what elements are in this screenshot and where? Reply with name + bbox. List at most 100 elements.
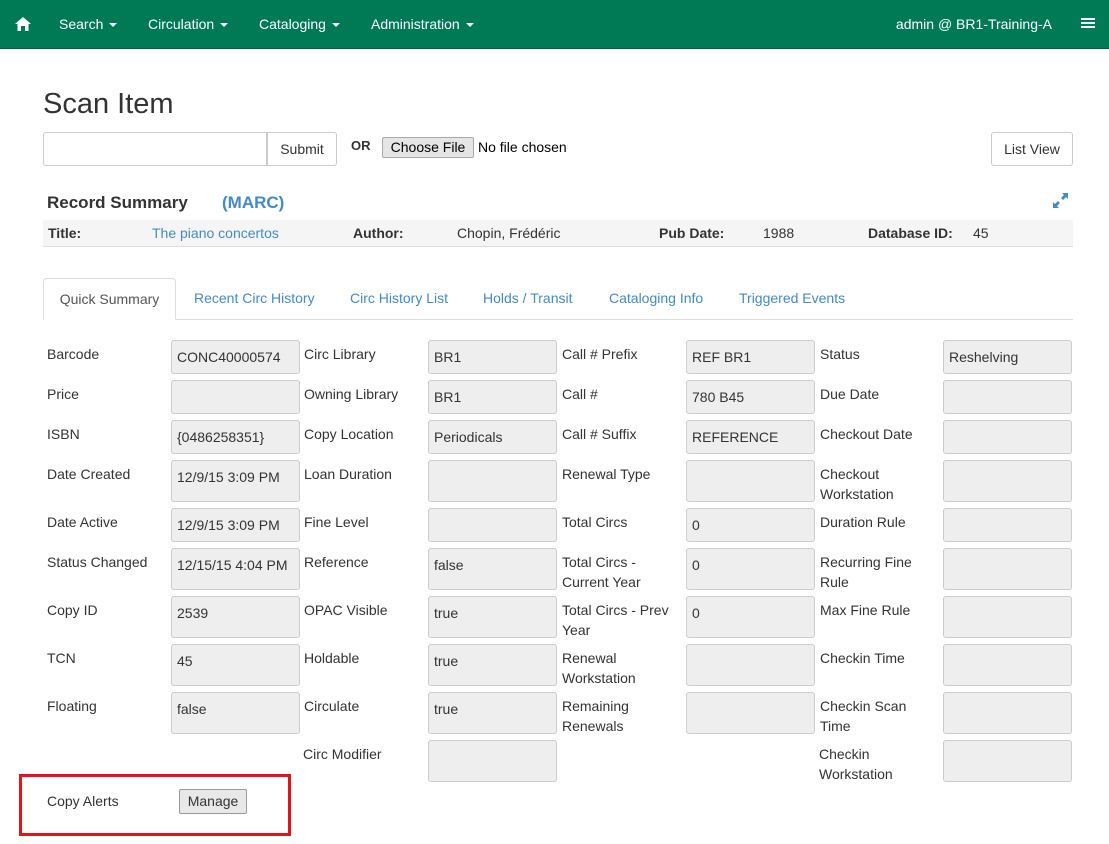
field-value: 780 B45 <box>686 380 815 414</box>
tab-holds-transit[interactable]: Holds / Transit <box>483 290 572 306</box>
field-label: Due Date <box>820 386 880 402</box>
title-label: Title: <box>48 225 82 241</box>
field-value: REF BR1 <box>686 340 815 374</box>
chevron-down-icon <box>465 23 474 28</box>
chevron-down-icon <box>109 23 118 28</box>
tab-cataloging-info[interactable]: Cataloging Info <box>609 290 703 306</box>
field-value: true <box>428 596 557 638</box>
expand-icon[interactable] <box>1051 191 1070 210</box>
field-label: Barcode <box>47 346 100 362</box>
field-label: TCN <box>47 650 76 666</box>
field-label: Loan Duration <box>304 466 392 482</box>
field-label: Holdable <box>304 650 360 666</box>
field-label: Owning Library <box>304 386 399 402</box>
tab-quick-summary[interactable]: Quick Summary <box>43 278 176 320</box>
field-label: Reference <box>304 554 369 570</box>
field-value: false <box>171 692 300 734</box>
field-label: Checkout Date <box>820 426 913 442</box>
field-value: 2539 <box>171 596 300 638</box>
field-value: 12/9/15 3:09 PM <box>171 460 300 502</box>
database-id-value: 45 <box>973 225 989 241</box>
field-label: Max Fine Rule <box>820 602 911 618</box>
author-label: Author: <box>353 225 404 241</box>
field-label: Status <box>820 346 860 362</box>
field-value: REFERENCE <box>686 420 815 454</box>
field-label: Circ Library <box>304 346 376 362</box>
field-label: Total Circs - Current Year <box>562 554 641 590</box>
field-label: Date Created <box>47 466 131 482</box>
field-label: Floating <box>47 698 97 714</box>
field-value: 45 <box>171 644 300 686</box>
field-value <box>943 460 1072 502</box>
field-label: Renewal Workstation <box>562 650 636 686</box>
field-label: Circ Modifier <box>303 746 382 762</box>
field-label: Copy Location <box>304 426 394 442</box>
title-link[interactable]: The piano concertos <box>152 225 279 241</box>
nav-cataloging-label: Cataloging <box>259 16 326 32</box>
tab-circ-history-list[interactable]: Circ History List <box>350 290 448 306</box>
nav-administration-menu[interactable]: Administration <box>371 16 474 32</box>
list-view-button[interactable]: List View <box>991 132 1073 166</box>
field-value: Reshelving <box>943 340 1072 374</box>
field-value <box>686 460 815 502</box>
nav-circulation-menu[interactable]: Circulation <box>148 16 229 32</box>
field-value <box>943 644 1072 686</box>
field-label: Call # Prefix <box>562 346 638 362</box>
pubdate-label: Pub Date: <box>659 225 725 241</box>
field-label: Total Circs <box>562 514 628 530</box>
submit-button[interactable]: Submit <box>267 132 337 166</box>
manage-copy-alerts-button[interactable]: Manage <box>179 789 247 814</box>
field-value: CONC40000574 <box>171 340 300 374</box>
tab-recent-circ-history[interactable]: Recent Circ History <box>194 290 315 306</box>
field-value: true <box>428 644 557 686</box>
or-label: OR <box>351 138 371 153</box>
field-value: 12/15/15 4:04 PM <box>171 548 300 590</box>
field-value <box>428 460 557 502</box>
choose-file-button[interactable]: Choose File <box>382 137 474 158</box>
pubdate-value: 1988 <box>763 225 795 241</box>
field-value <box>686 644 815 686</box>
field-label: Price <box>47 386 79 402</box>
tab-triggered-events[interactable]: Triggered Events <box>739 290 845 306</box>
field-value <box>943 508 1072 542</box>
field-label: Total Circs - Prev Year <box>562 602 669 638</box>
page-title: Scan Item <box>43 88 174 120</box>
field-value: true <box>428 692 557 734</box>
field-label: Call # Suffix <box>562 426 637 442</box>
field-value: Periodicals <box>428 420 557 454</box>
field-value: BR1 <box>428 380 557 414</box>
field-label: Copy ID <box>47 602 98 618</box>
chevron-down-icon <box>220 23 229 28</box>
field-value: BR1 <box>428 340 557 374</box>
field-value <box>943 596 1072 638</box>
field-label: Checkin Workstation <box>819 746 893 782</box>
home-icon[interactable] <box>14 15 32 33</box>
chevron-down-icon <box>331 23 340 28</box>
field-value: 0 <box>686 596 815 638</box>
no-file-chosen-label: No file chosen <box>478 139 567 155</box>
marc-link[interactable]: (MARC) <box>222 193 284 213</box>
field-label: Checkin Time <box>820 650 905 666</box>
barcode-input[interactable] <box>43 132 267 166</box>
field-label: Date Active <box>47 514 118 530</box>
nav-cataloging-menu[interactable]: Cataloging <box>259 16 340 32</box>
hamburger-menu-icon[interactable] <box>1081 18 1095 30</box>
field-label: Renewal Type <box>562 466 651 482</box>
tabs-divider <box>43 319 1073 320</box>
nav-search-label: Search <box>59 16 104 32</box>
record-summary-bar: Title: The piano concertos Author: Chopi… <box>43 220 1073 247</box>
field-value <box>943 380 1072 414</box>
field-value: 0 <box>686 508 815 542</box>
database-id-label: Database ID: <box>868 225 953 241</box>
field-value: 0 <box>686 548 815 590</box>
nav-circulation-label: Circulation <box>148 16 215 32</box>
field-value <box>171 380 300 414</box>
field-value <box>943 740 1072 782</box>
field-label: Remaining Renewals <box>562 698 629 734</box>
copy-alerts-label: Copy Alerts <box>47 793 119 809</box>
user-workstation-label[interactable]: admin @ BR1-Training-A <box>896 16 1052 32</box>
field-label: Checkin Scan Time <box>820 698 907 734</box>
field-value <box>686 692 815 734</box>
nav-search-menu[interactable]: Search <box>59 16 118 32</box>
field-label: ISBN <box>47 426 80 442</box>
